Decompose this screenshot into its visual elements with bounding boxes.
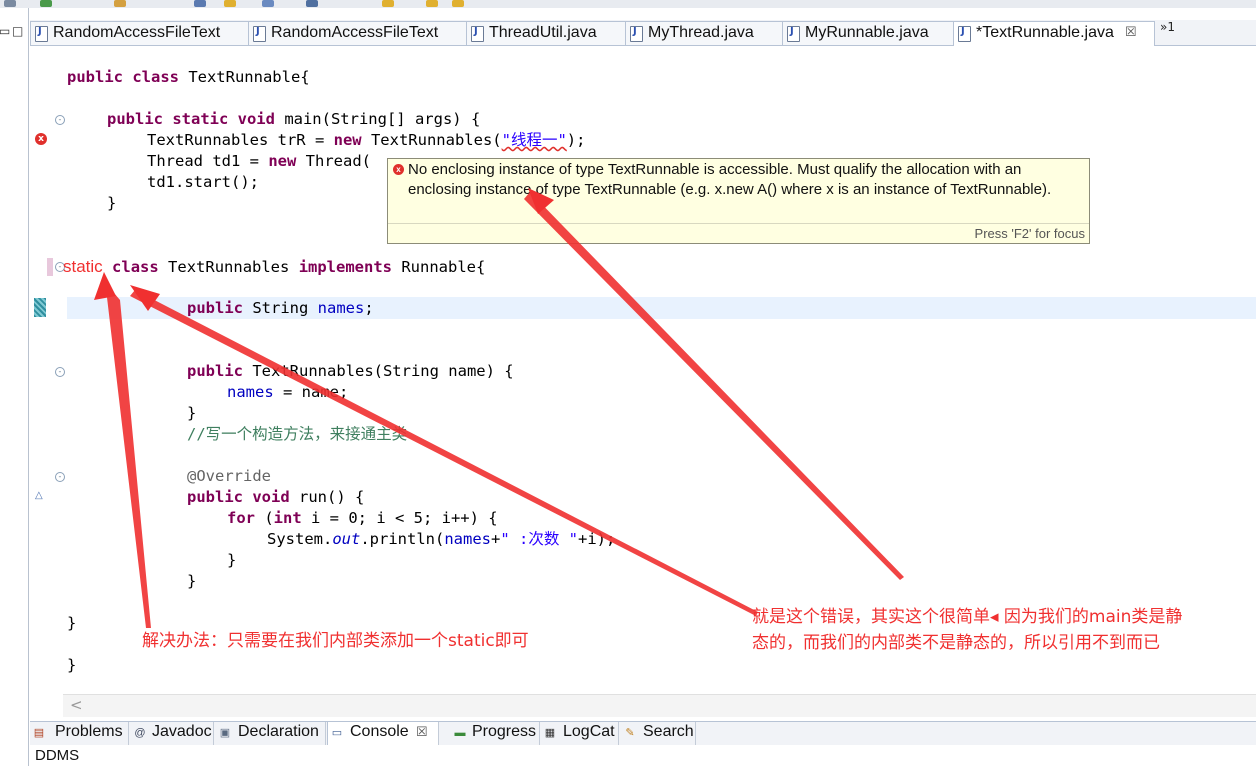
explanation-annotation-line2: 态的，而我们的内部类不是静态的，所以引用不到而已 bbox=[752, 633, 1160, 653]
solution-annotation: 解决办法：只需要在我们内部类添加一个static即可 bbox=[142, 631, 529, 651]
arrow-head bbox=[94, 272, 116, 300]
arrow-to-static bbox=[98, 272, 151, 628]
explanation-annotation-line1: 就是这个错误，其实这个很简单◂ 因为我们的main类是静 bbox=[752, 607, 1183, 627]
